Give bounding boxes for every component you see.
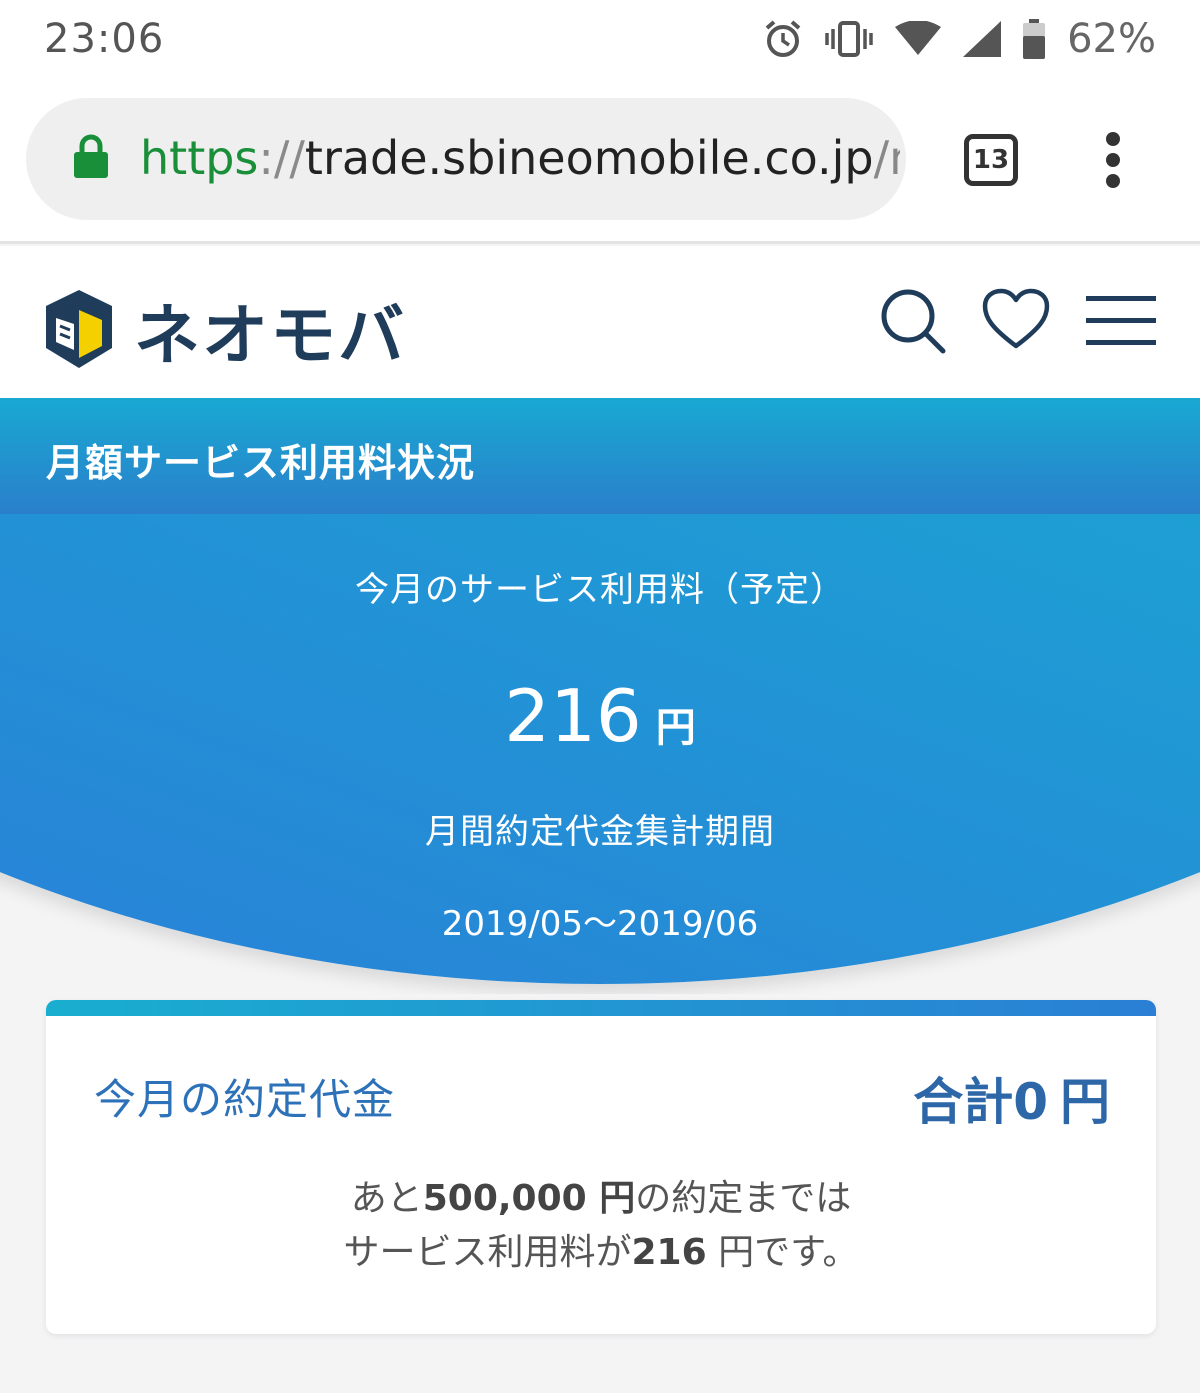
- neomoba-logo-icon[interactable]: [44, 288, 114, 370]
- msg-line1-post: の約定までは: [635, 1178, 852, 1219]
- message-line-2: サービス利用料が216 円です。: [46, 1226, 1156, 1280]
- card-title: 今月の約定代金: [94, 1075, 396, 1124]
- card-accent-bar: [46, 1000, 1156, 1016]
- fee-label: 今月のサービス利用料（予定）: [355, 570, 845, 610]
- card-message: あと500,000 円の約定までは サービス利用料が216 円です。: [46, 1172, 1156, 1280]
- status-icons: 62%: [763, 14, 1156, 64]
- fee-amount-row: 216 円: [0, 674, 1200, 758]
- trade-amount-card: 今月の約定代金 合計0 円 あと500,000 円の約定までは サービス利用料が2…: [46, 1000, 1156, 1334]
- total-amount: 0: [1013, 1073, 1048, 1131]
- url-tail: /n: [873, 131, 900, 185]
- browser-toolbar: https://trade.sbineomobile.co.jp/n 13: [0, 78, 1200, 244]
- search-icon[interactable]: [880, 288, 946, 354]
- logo-text[interactable]: ネオモバ: [134, 282, 406, 378]
- msg-line1-pre: あと: [350, 1178, 423, 1219]
- total-unit: 円: [1060, 1073, 1110, 1131]
- card-total: 合計0 円: [913, 1062, 1110, 1134]
- alarm-icon: [765, 20, 801, 57]
- url-host: trade.sbineomobile.co.jp: [304, 131, 874, 185]
- msg-line2-pre: サービス利用料が: [343, 1232, 632, 1273]
- msg-line2-post: 円です。: [706, 1232, 859, 1273]
- fee-amount: 216: [504, 674, 642, 758]
- message-line-1: あと500,000 円の約定までは: [46, 1172, 1156, 1226]
- tab-switcher-button[interactable]: 13: [964, 134, 1018, 186]
- wifi-icon: [895, 21, 942, 55]
- heart-icon[interactable]: [982, 288, 1050, 350]
- section-heading: 月額サービス利用料状況: [46, 441, 476, 485]
- section-heading-bar: 月額サービス利用料状況: [0, 398, 1200, 514]
- battery-percent: 62%: [1067, 16, 1156, 62]
- vibrate-icon: [825, 21, 873, 57]
- status-bar: 23:06 62%: [0, 0, 1200, 78]
- fee-summary-hero: 今月のサービス利用料（予定） 216 円 月間約定代金集計期間 2019/05〜2…: [0, 514, 1200, 994]
- url-text: https://trade.sbineomobile.co.jp/n: [140, 131, 900, 185]
- msg-line1-amount: 500,000 円: [422, 1178, 636, 1219]
- address-bar[interactable]: https://trade.sbineomobile.co.jp/n: [26, 98, 906, 220]
- url-separator: ://: [258, 131, 305, 185]
- site-header: ネオモバ: [0, 246, 1200, 398]
- fee-unit: 円: [655, 705, 696, 751]
- period-value: 2019/05〜2019/06: [441, 904, 759, 944]
- url-scheme: https: [140, 131, 259, 185]
- signal-icon: [963, 21, 1002, 57]
- status-time: 23:06: [44, 16, 165, 62]
- msg-line2-amount: 216: [631, 1232, 707, 1273]
- hamburger-menu-icon[interactable]: [1086, 296, 1156, 346]
- period-label: 月間約定代金集計期間: [425, 812, 775, 852]
- browser-menu-icon[interactable]: [1100, 132, 1126, 188]
- battery-icon: [1023, 19, 1046, 59]
- lock-icon: [74, 134, 108, 178]
- total-prefix: 合計: [913, 1073, 1014, 1131]
